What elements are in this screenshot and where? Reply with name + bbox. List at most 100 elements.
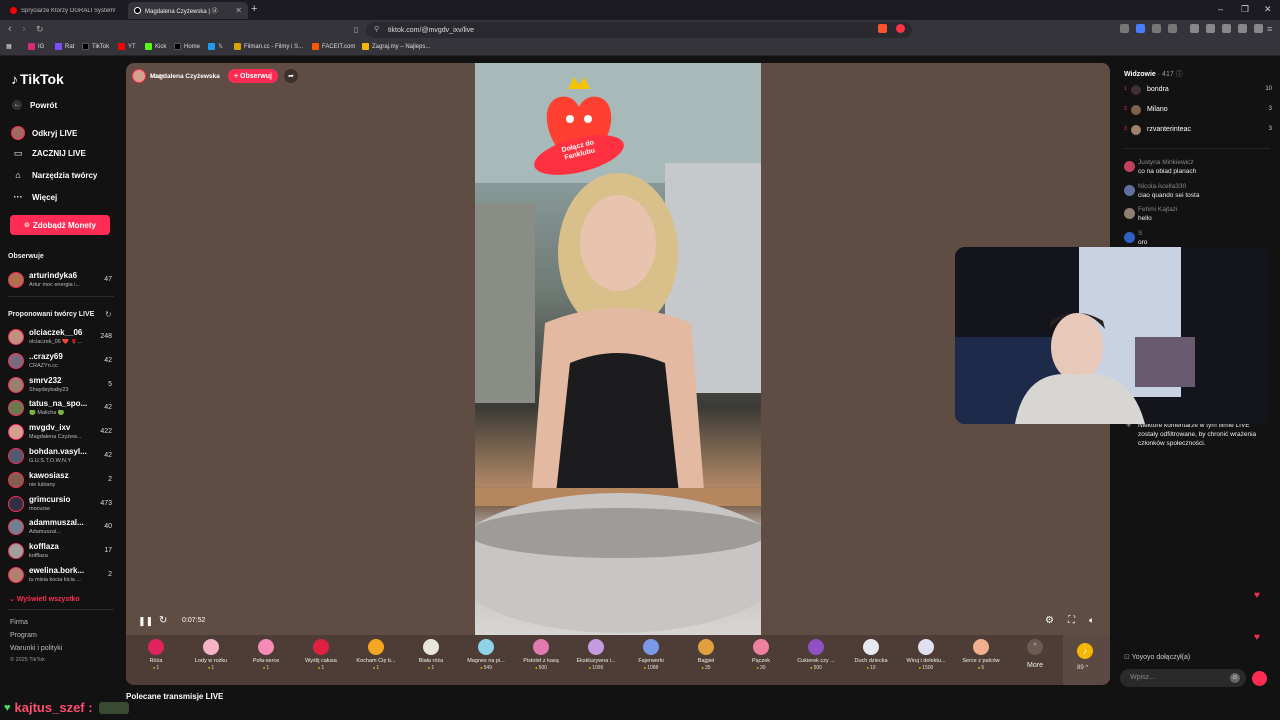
gift-item[interactable]: Fajerwerki1088 (625, 639, 677, 683)
pause-icon[interactable]: ❚❚ (138, 616, 153, 627)
gift-item[interactable]: Pączek30 (735, 639, 787, 683)
gift-item[interactable]: Biała róża1 (405, 639, 457, 683)
new-tab-button[interactable]: + (251, 3, 257, 15)
creator-subtitle: mocurse (29, 505, 51, 512)
browser-tab[interactable]: Spryciarze Którzy OGRALI System! TT (4, 2, 124, 19)
top-viewer[interactable]: 1 bondra 10 (1124, 84, 1272, 98)
suggested-creator[interactable]: kofflaza kofflaza 17 (8, 541, 114, 563)
fullscreen-icon[interactable]: ⛶ (1068, 615, 1075, 626)
browser-tab-active[interactable]: Magdalena Czyżewska | ⓓ ✕ (128, 2, 248, 19)
viewer-count: 40 (104, 523, 112, 531)
top-viewer[interactable]: 2 Milano 3 (1124, 104, 1272, 118)
gift-item[interactable]: Wyślij całusa1 (295, 639, 347, 683)
menu-icon[interactable]: ≡ (1267, 24, 1272, 34)
bookmark-faceit[interactable]: FACEIT.com (312, 43, 355, 50)
refresh-icon[interactable]: ↻ (105, 310, 112, 319)
info-icon[interactable]: ⓘ (1176, 71, 1183, 78)
footer-link[interactable]: Program (10, 632, 37, 639)
emoji-icon[interactable]: ☺ (1230, 673, 1240, 683)
coin-balance[interactable]: ♪ 89 ^ (1063, 635, 1110, 685)
suggested-creator[interactable]: ewelina.bork... tu misia kocia kicia ... 2 (8, 565, 114, 587)
gift-item[interactable]: Pistolet z kasą500 (515, 639, 567, 683)
avatar (1124, 184, 1135, 196)
suggested-creator[interactable]: ..crazy69 CRAZYn.cc 42 (8, 351, 114, 373)
close-tab-icon[interactable]: ✕ (235, 6, 242, 15)
extension-icon[interactable] (1136, 24, 1145, 33)
fanclub-badge[interactable]: Dołącz do Fanklubu (530, 71, 628, 183)
rose-gift-button[interactable] (1252, 671, 1267, 686)
vpn-icon[interactable] (1254, 24, 1263, 33)
bookmark-yt[interactable]: YT (118, 43, 136, 50)
following-item[interactable]: arturindyka6 Artur moc energia i... 47 (8, 270, 114, 292)
show-all-link[interactable]: ⌄ Wyświetl wszystko (9, 595, 80, 603)
extension-icon[interactable] (1152, 24, 1161, 33)
bookmark-x[interactable]: 𝕏 (208, 43, 223, 50)
gift-item[interactable]: Ekskluzywna i...1099 (570, 639, 622, 683)
gift-item[interactable]: Lody w rożku1 (185, 639, 237, 683)
suggested-creator[interactable]: adammuszal... Adamuszal... 40 (8, 517, 114, 539)
bookmark-kick[interactable]: Kick (145, 43, 166, 50)
suggested-creator[interactable]: tatus_na_spo... 🟢 Malicha 🟢 42 (8, 398, 114, 420)
bookmark-tiktok[interactable]: TikTok (82, 43, 109, 50)
suggested-creator[interactable]: bohdan.vasyl... G.U.S.T.O.W.N.Y 42 (8, 446, 114, 468)
player-controls: ❚❚ ↻ 0:07:52 ⚙ ⛶ 🔈︎ (126, 613, 1110, 633)
close-window-button[interactable]: ✕ (1264, 4, 1272, 15)
bookmark-filman[interactable]: Filman.cc - Filmy i S... (234, 43, 303, 50)
gift-item[interactable]: Kocham Cię b...1 (350, 639, 402, 683)
nav-start-live[interactable]: ▭ ZACZNIJ LIVE (12, 148, 86, 159)
back-link[interactable]: ← Powrót (12, 100, 57, 110)
footer-link[interactable]: Warunki i polityki (10, 645, 62, 652)
suggested-creator[interactable]: smrv232 Shaydeybaby23 5 (8, 375, 114, 397)
gift-icon (533, 639, 549, 655)
gift-item[interactable]: Pofa-serce1 (240, 639, 292, 683)
minimize-button[interactable]: – (1218, 4, 1223, 14)
leo-icon[interactable] (1238, 24, 1247, 33)
gift-item[interactable]: Magnes na pi...549 (460, 639, 512, 683)
gift-item[interactable]: Duch dziecka10 (845, 639, 897, 683)
bookmark-icon[interactable]: ▯ (354, 25, 358, 34)
extension-icon[interactable] (1120, 24, 1129, 33)
gift-item[interactable]: Bajgiel35 (680, 639, 732, 683)
bookmark-zagraj[interactable]: Zagraj.my – Najleps... (362, 43, 430, 50)
footer-link[interactable]: Firma (10, 619, 28, 626)
host-info[interactable]: Magdalena Czyżewska (132, 68, 220, 84)
refresh-icon[interactable]: ↻ (159, 615, 167, 626)
share-icon[interactable]: ➦ (284, 69, 298, 83)
nav-discover-live[interactable]: Odkryj LIVE (11, 126, 77, 140)
creator-name: bohdan.vasyl... (29, 447, 87, 456)
bookmark-home[interactable]: Home (174, 43, 200, 50)
bookmark-ig[interactable]: IG (28, 43, 44, 50)
nav-more[interactable]: ··· Więcej (12, 192, 58, 202)
bookmark-rat[interactable]: Rat (55, 43, 74, 50)
apps-grid-icon[interactable]: ▦ (6, 43, 12, 50)
brave-shield-icon[interactable] (878, 24, 887, 33)
suggested-creator[interactable]: olciaczek__06 olciaczek_06 ❤️ 🌹... 248 (8, 327, 114, 349)
reload-icon[interactable]: ↻ (36, 24, 44, 35)
settings-gear-icon[interactable]: ⚙ (1045, 615, 1054, 626)
back-arrow-icon[interactable]: ‹ (8, 23, 12, 35)
top-viewer[interactable]: 3 rzvanterinteac 3 (1124, 124, 1272, 138)
forward-arrow-icon[interactable]: › (22, 23, 26, 35)
suggested-creator[interactable]: kawosiasz nie lubiany 2 (8, 470, 114, 492)
chat-input[interactable]: Wpisz... (1120, 669, 1246, 687)
extension-icon[interactable] (1168, 24, 1177, 33)
tiktok-logo[interactable]: ♪ TikTok (11, 71, 64, 87)
get-coins-button[interactable]: ⊘ Zdobądź Monety (10, 215, 110, 235)
gift-item[interactable]: Cukierek czy ...500 (790, 639, 842, 683)
rewards-icon[interactable] (896, 24, 905, 33)
volume-icon[interactable]: 🔈︎ (1089, 615, 1094, 626)
follow-button[interactable]: + Obserwuj (228, 69, 278, 83)
gift-item[interactable]: Wiruj i delektu...1500 (900, 639, 952, 683)
sidebar-icon[interactable] (1206, 24, 1215, 33)
maximize-button[interactable]: ❐ (1241, 4, 1249, 15)
gift-item[interactable]: Serce z palców5 (955, 639, 1007, 683)
suggested-creator[interactable]: mvgdv_ixv Magdalena Czyżew... 422 (8, 422, 114, 444)
gift-item[interactable]: Róża1 (130, 639, 182, 683)
wallet-icon[interactable] (1222, 24, 1231, 33)
more-gifts-button[interactable]: ^ More (1009, 639, 1061, 683)
url-field[interactable]: ⚲ tiktok.com/@mvgdv_ixv/live (366, 22, 912, 38)
music-icon[interactable] (1190, 24, 1199, 33)
suggested-creator[interactable]: grimcursio mocurse 473 (8, 494, 114, 516)
nav-creator-tools[interactable]: ⌂ Narzędzia twórcy (12, 170, 97, 180)
site-info-icon[interactable]: ⚲ (374, 25, 379, 33)
